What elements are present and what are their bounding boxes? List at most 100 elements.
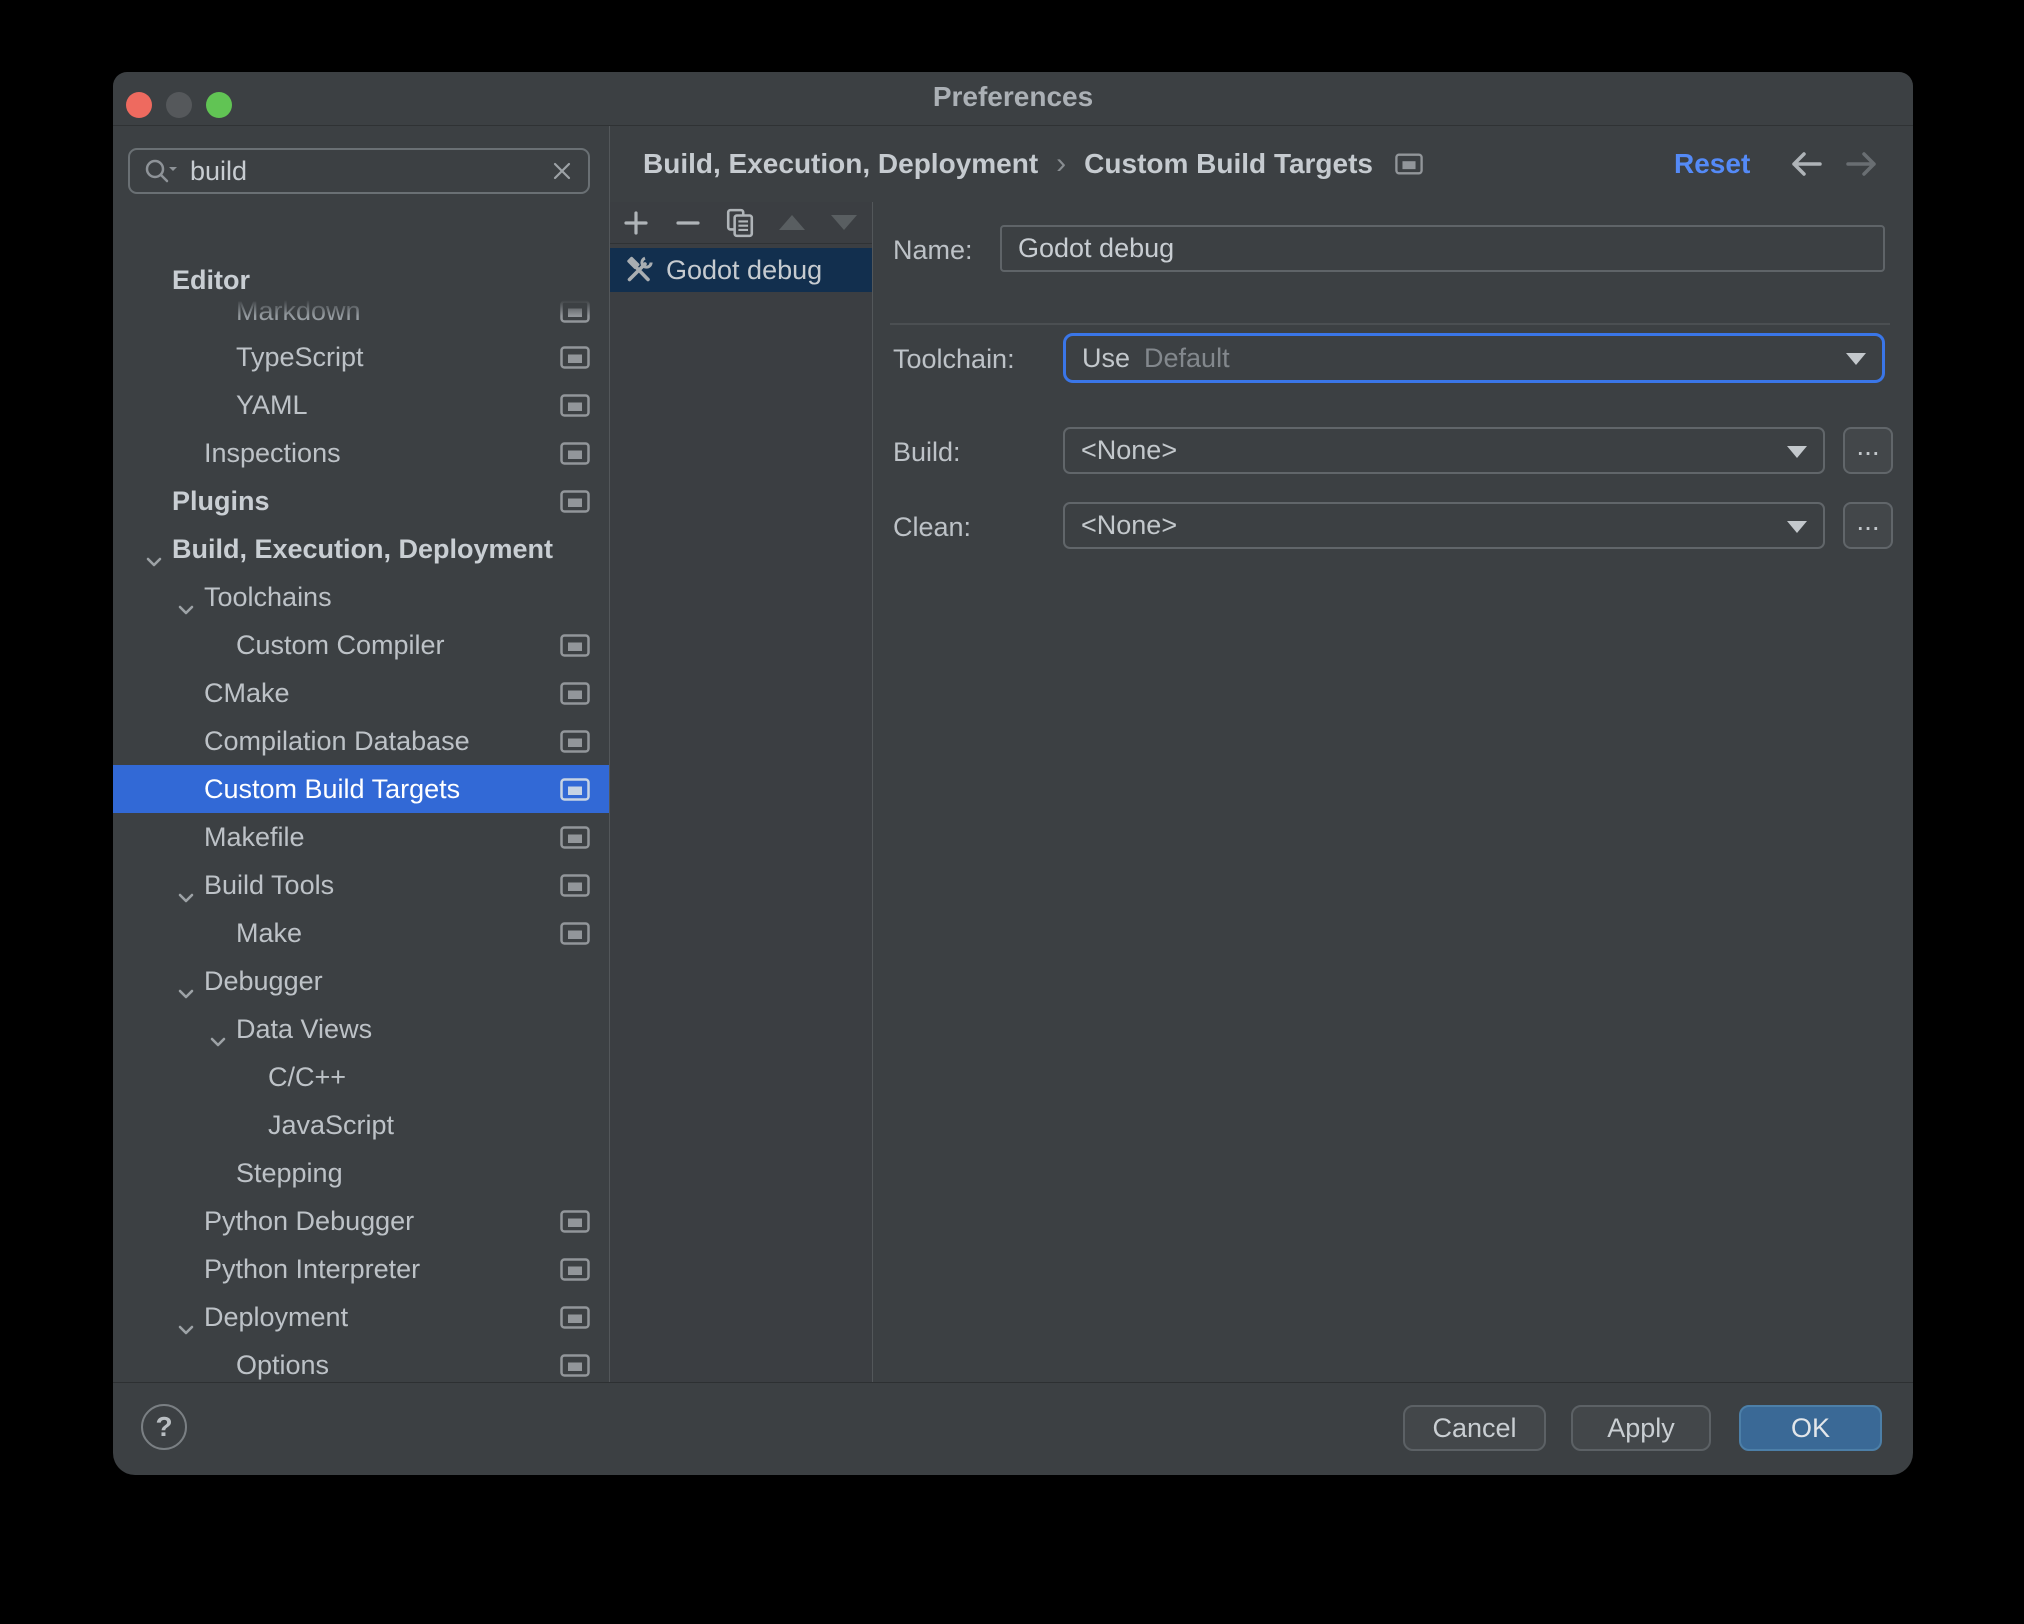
help-button[interactable]: ? bbox=[141, 1404, 187, 1450]
sidebar-item-debugger[interactable]: Debugger bbox=[113, 957, 609, 1005]
toolchain-value: Default bbox=[1144, 342, 1230, 373]
sidebar-item-label: Options bbox=[236, 1350, 330, 1380]
sidebar-item-label: YAML bbox=[236, 390, 308, 420]
duplicate-target-icon[interactable] bbox=[714, 202, 766, 243]
clean-select[interactable]: <None> bbox=[1063, 502, 1825, 549]
settings-match-icon bbox=[560, 874, 590, 897]
form-divider bbox=[890, 323, 1890, 325]
sidebar-item-python-interpreter[interactable]: Python Interpreter bbox=[113, 1245, 609, 1293]
sidebar-item-label: Toolchains bbox=[204, 582, 332, 612]
settings-tree: EditorMarkdownTypeScriptYAMLInspectionsP… bbox=[113, 126, 609, 1383]
breadcrumb-page: Custom Build Targets bbox=[1084, 148, 1374, 179]
reset-link[interactable]: Reset bbox=[1674, 126, 1750, 202]
cancel-button[interactable]: Cancel bbox=[1403, 1405, 1546, 1451]
sidebar-item-label: TypeScript bbox=[236, 342, 364, 372]
sidebar-item-stepping[interactable]: Stepping bbox=[113, 1149, 609, 1197]
sidebar-item-cmake[interactable]: CMake bbox=[113, 669, 609, 717]
sidebar-item-label: Python Interpreter bbox=[204, 1254, 421, 1284]
header-bar: Build, Execution, Deployment › Custom Bu… bbox=[610, 126, 1913, 202]
sidebar-item-data-views[interactable]: Data Views bbox=[113, 1005, 609, 1053]
sidebar-item-compilation-database[interactable]: Compilation Database bbox=[113, 717, 609, 765]
move-up-icon[interactable] bbox=[766, 202, 818, 243]
chevron-down-icon bbox=[178, 989, 194, 999]
settings-match-icon bbox=[560, 346, 590, 369]
target-item-label: Godot debug bbox=[666, 254, 823, 285]
sidebar-item-label: Custom Compiler bbox=[236, 630, 445, 660]
chevron-down-icon bbox=[146, 557, 162, 567]
sidebar-item-options[interactable]: Options bbox=[113, 1341, 609, 1383]
sidebar-item-label: Plugins bbox=[172, 486, 270, 516]
toolchain-select[interactable]: Use Default bbox=[1063, 333, 1885, 383]
sidebar-item-label: Compilation Database bbox=[204, 726, 470, 756]
clean-value: <None> bbox=[1081, 510, 1178, 540]
sidebar-item-yaml[interactable]: YAML bbox=[113, 381, 609, 429]
breadcrumb: Build, Execution, Deployment › Custom Bu… bbox=[643, 126, 1423, 202]
sidebar-item-toolchains[interactable]: Toolchains bbox=[113, 573, 609, 621]
settings-match-icon bbox=[560, 922, 590, 945]
clean-label: Clean: bbox=[893, 512, 972, 542]
toolchain-label: Toolchain: bbox=[893, 344, 1015, 374]
sidebar-item-label: Deployment bbox=[204, 1302, 349, 1332]
sidebar-item-make[interactable]: Make bbox=[113, 909, 609, 957]
remove-target-icon[interactable] bbox=[662, 202, 714, 243]
sidebar-item-label: Make bbox=[236, 918, 303, 948]
sidebar-item-plugins[interactable]: Plugins bbox=[113, 477, 609, 525]
move-down-icon[interactable] bbox=[818, 202, 870, 243]
settings-match-icon bbox=[560, 1354, 590, 1377]
sidebar-item-python-debugger[interactable]: Python Debugger bbox=[113, 1197, 609, 1245]
sidebar-item-label: Data Views bbox=[236, 1014, 373, 1044]
add-target-icon[interactable] bbox=[610, 202, 662, 243]
sidebar-item-build-execution-deployment[interactable]: Build, Execution, Deployment bbox=[113, 525, 609, 573]
sidebar-item-label: CMake bbox=[204, 678, 290, 708]
sidebar-item-typescript[interactable]: TypeScript bbox=[113, 333, 609, 381]
sidebar-item-editor[interactable]: Editor bbox=[113, 260, 609, 316]
sidebar-item-label: Build Tools bbox=[204, 870, 335, 900]
chevron-down-icon bbox=[178, 605, 194, 615]
sidebar-item-c-c[interactable]: C/C++ bbox=[113, 1053, 609, 1101]
dropdown-arrow-icon bbox=[1787, 520, 1807, 533]
breadcrumb-section[interactable]: Build, Execution, Deployment bbox=[643, 148, 1038, 180]
build-targets-list-panel: Godot debug bbox=[610, 202, 873, 1383]
chevron-down-icon bbox=[178, 893, 194, 903]
sidebar-item-label: JavaScript bbox=[268, 1110, 395, 1140]
list-toolbar bbox=[610, 202, 872, 244]
sidebar-item-label: Build, Execution, Deployment bbox=[172, 534, 554, 564]
sidebar-item-label: Python Debugger bbox=[204, 1206, 415, 1236]
settings-match-icon bbox=[560, 1306, 590, 1329]
sidebar-item-label: C/C++ bbox=[268, 1062, 347, 1092]
target-list-item-godot-debug[interactable]: Godot debug bbox=[610, 248, 872, 292]
build-select[interactable]: <None> bbox=[1063, 427, 1825, 474]
sidebar-item-custom-compiler[interactable]: Custom Compiler bbox=[113, 621, 609, 669]
build-value: <None> bbox=[1081, 435, 1178, 465]
build-browse-button[interactable]: ... bbox=[1843, 427, 1893, 474]
sidebar-item-inspections[interactable]: Inspections bbox=[113, 429, 609, 477]
sidebar-item-label: Stepping bbox=[236, 1158, 343, 1188]
name-value: Godot debug bbox=[1018, 233, 1175, 263]
settings-match-icon bbox=[560, 442, 590, 465]
clean-browse-button[interactable]: ... bbox=[1843, 502, 1893, 549]
settings-match-icon bbox=[560, 1258, 590, 1281]
window-title: Preferences bbox=[932, 81, 1094, 112]
forward-arrow-button[interactable] bbox=[1844, 148, 1880, 180]
ok-button[interactable]: OK bbox=[1739, 1405, 1882, 1451]
chevron-down-icon bbox=[210, 1037, 226, 1047]
sidebar-item-build-tools[interactable]: Build Tools bbox=[113, 861, 609, 909]
name-field[interactable]: Godot debug bbox=[1000, 225, 1885, 272]
sidebar-item-deployment[interactable]: Deployment bbox=[113, 1293, 609, 1341]
back-arrow-button[interactable] bbox=[1788, 148, 1824, 180]
settings-match-icon bbox=[560, 730, 590, 753]
settings-match-icon bbox=[560, 634, 590, 657]
sidebar-item-label: Makefile bbox=[204, 822, 305, 852]
sidebar-item-label: Custom Build Targets bbox=[204, 774, 461, 804]
settings-match-icon bbox=[560, 682, 590, 705]
sidebar-item-makefile[interactable]: Makefile bbox=[113, 813, 609, 861]
sidebar-item-javascript[interactable]: JavaScript bbox=[113, 1101, 609, 1149]
settings-match-icon bbox=[560, 826, 590, 849]
build-label: Build: bbox=[893, 437, 961, 467]
settings-match-icon bbox=[560, 394, 590, 417]
settings-match-icon bbox=[1395, 153, 1423, 175]
sidebar-item-custom-build-targets[interactable]: Custom Build Targets bbox=[113, 765, 609, 813]
sidebar-item-label: Inspections bbox=[204, 438, 341, 468]
apply-button[interactable]: Apply bbox=[1571, 1405, 1711, 1451]
desktop-background: Preferences build EditorMarkdownTypeScri… bbox=[0, 0, 2024, 1624]
